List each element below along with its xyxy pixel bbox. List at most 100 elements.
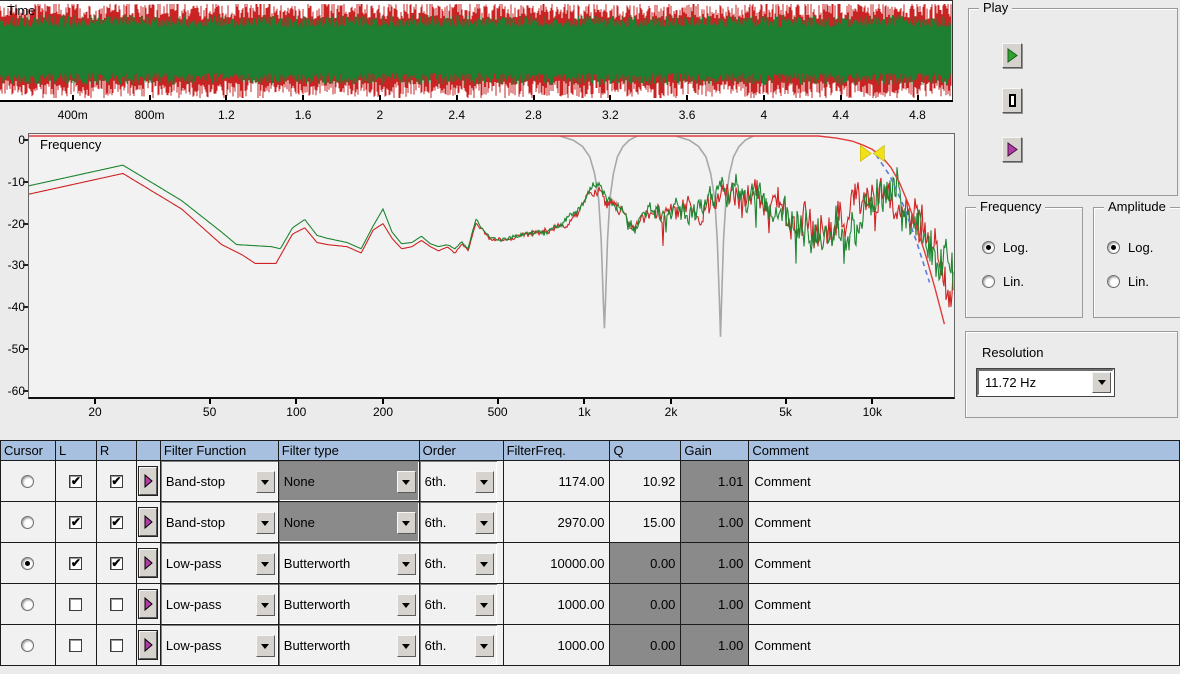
cell-q[interactable]: 10.92: [610, 461, 681, 502]
filter-function-select[interactable]: Low-pass: [161, 584, 278, 624]
cell-btn: [137, 502, 161, 543]
row-play-button[interactable]: [139, 549, 157, 577]
filter-function-select[interactable]: Low-pass: [161, 625, 278, 665]
left-checkbox[interactable]: [69, 639, 82, 652]
cell-comment[interactable]: Comment: [749, 584, 1180, 625]
amplitude-lin-radio[interactable]: [1107, 275, 1120, 288]
column-header-cursor: Cursor: [1, 441, 56, 461]
right-checkbox[interactable]: ✔: [110, 557, 123, 570]
resolution-select[interactable]: 11.72 Hz: [977, 369, 1114, 396]
stop-button[interactable]: [1002, 88, 1022, 113]
dropdown-arrow-icon[interactable]: [475, 594, 494, 616]
row-play-button[interactable]: [139, 590, 157, 618]
cell-filter_type: Butterworth: [279, 543, 420, 584]
cell-q[interactable]: 15.00: [610, 502, 681, 543]
order-select[interactable]: 6th.: [420, 625, 497, 665]
dropdown-arrow-icon[interactable]: [475, 512, 494, 534]
right-checkbox[interactable]: [110, 598, 123, 611]
row-play-icon: [144, 515, 153, 529]
amplitude-log-option[interactable]: Log.: [1107, 240, 1153, 255]
left-checkbox[interactable]: ✔: [69, 475, 82, 488]
dropdown-arrow-icon[interactable]: [475, 635, 494, 657]
time-tick: [533, 95, 535, 101]
play-button[interactable]: [1002, 43, 1022, 68]
freq-value[interactable]: 1000.00: [504, 597, 610, 612]
dropdown-arrow-icon[interactable]: [397, 553, 416, 575]
q-value[interactable]: 15.00: [610, 515, 680, 530]
play-filtered-button[interactable]: [1002, 137, 1022, 162]
cell-l: ✔: [56, 502, 97, 543]
cursor-radio[interactable]: [21, 516, 34, 529]
filter-type-select[interactable]: Butterworth: [279, 625, 419, 665]
table-row: ✔✔Band-stopNone6th.2970.0015.001.00Comme…: [1, 502, 1180, 543]
right-checkbox[interactable]: [110, 639, 123, 652]
left-checkbox[interactable]: ✔: [69, 516, 82, 529]
cell-freq[interactable]: 1000.00: [504, 584, 611, 625]
left-checkbox[interactable]: [69, 598, 82, 611]
filter-function-select[interactable]: Band-stop: [161, 461, 278, 501]
cell-comment[interactable]: Comment: [749, 461, 1180, 502]
frequency-x-tick-label: 100: [274, 405, 318, 419]
dropdown-arrow-icon[interactable]: [475, 471, 494, 493]
row-play-button[interactable]: [139, 467, 157, 495]
comment-value: Comment: [749, 638, 810, 653]
cell-r: ✔: [97, 543, 137, 584]
cell-freq[interactable]: 1174.00: [504, 461, 611, 502]
cursor-radio[interactable]: [21, 639, 34, 652]
cursor-radio[interactable]: [21, 557, 34, 570]
filter-type-select[interactable]: Butterworth: [279, 543, 419, 583]
frequency-log-radio[interactable]: [982, 241, 995, 254]
q-value[interactable]: 10.92: [610, 474, 680, 489]
dropdown-arrow-icon[interactable]: [256, 635, 275, 657]
right-checkbox[interactable]: ✔: [110, 516, 123, 529]
row-play-button[interactable]: [139, 631, 157, 659]
row-play-icon: [144, 474, 153, 488]
freq-value[interactable]: 2970.00: [504, 515, 610, 530]
frequency-lin-radio[interactable]: [982, 275, 995, 288]
column-header-filter_type: Filter type: [279, 441, 420, 461]
frequency-lin-option[interactable]: Lin.: [982, 274, 1024, 289]
amplitude-lin-option[interactable]: Lin.: [1107, 274, 1149, 289]
left-checkbox[interactable]: ✔: [69, 557, 82, 570]
frequency-y-tick-label: -60: [0, 383, 25, 399]
dropdown-arrow-icon[interactable]: [256, 553, 275, 575]
resolution-dropdown-arrow-icon[interactable]: [1092, 372, 1111, 393]
freq-value[interactable]: 1174.00: [504, 474, 610, 489]
row-play-button[interactable]: [139, 508, 157, 536]
order-select[interactable]: 6th.: [420, 543, 497, 583]
frequency-log-option[interactable]: Log.: [982, 240, 1028, 255]
order-select[interactable]: 6th.: [420, 461, 497, 501]
frequency-y-tick: [23, 181, 28, 183]
dropdown-arrow-icon[interactable]: [475, 553, 494, 575]
freq-value[interactable]: 1000.00: [504, 638, 610, 653]
resolution-value: 11.72 Hz: [979, 375, 1092, 390]
frequency-x-tick: [785, 399, 787, 404]
cell-order: 6th.: [420, 625, 504, 666]
order-select[interactable]: 6th.: [420, 502, 497, 542]
amplitude-log-label: Log.: [1128, 240, 1153, 255]
cell-filter_type: None: [279, 502, 420, 543]
cell-freq[interactable]: 1000.00: [504, 625, 611, 666]
cursor-radio[interactable]: [21, 598, 34, 611]
dropdown-arrow-icon[interactable]: [256, 512, 275, 534]
cutoff-marker[interactable]: [860, 145, 884, 161]
dropdown-arrow-icon[interactable]: [256, 471, 275, 493]
order-select[interactable]: 6th.: [420, 584, 497, 624]
cell-comment[interactable]: Comment: [749, 502, 1180, 543]
filter-function-select[interactable]: Low-pass: [161, 543, 278, 583]
dropdown-arrow-icon[interactable]: [397, 635, 416, 657]
cell-freq[interactable]: 10000.00: [504, 543, 611, 584]
right-checkbox[interactable]: ✔: [110, 475, 123, 488]
cell-comment[interactable]: Comment: [749, 625, 1180, 666]
freq-value[interactable]: 10000.00: [504, 556, 610, 571]
cell-comment[interactable]: Comment: [749, 543, 1180, 584]
dropdown-arrow-icon[interactable]: [397, 594, 416, 616]
frequency-x-tick: [497, 399, 499, 404]
cell-freq[interactable]: 2970.00: [504, 502, 611, 543]
filter-type-select[interactable]: Butterworth: [279, 584, 419, 624]
frequency-x-tick: [295, 399, 297, 404]
filter-function-select[interactable]: Band-stop: [161, 502, 278, 542]
amplitude-log-radio[interactable]: [1107, 241, 1120, 254]
cursor-radio[interactable]: [21, 475, 34, 488]
dropdown-arrow-icon[interactable]: [256, 594, 275, 616]
